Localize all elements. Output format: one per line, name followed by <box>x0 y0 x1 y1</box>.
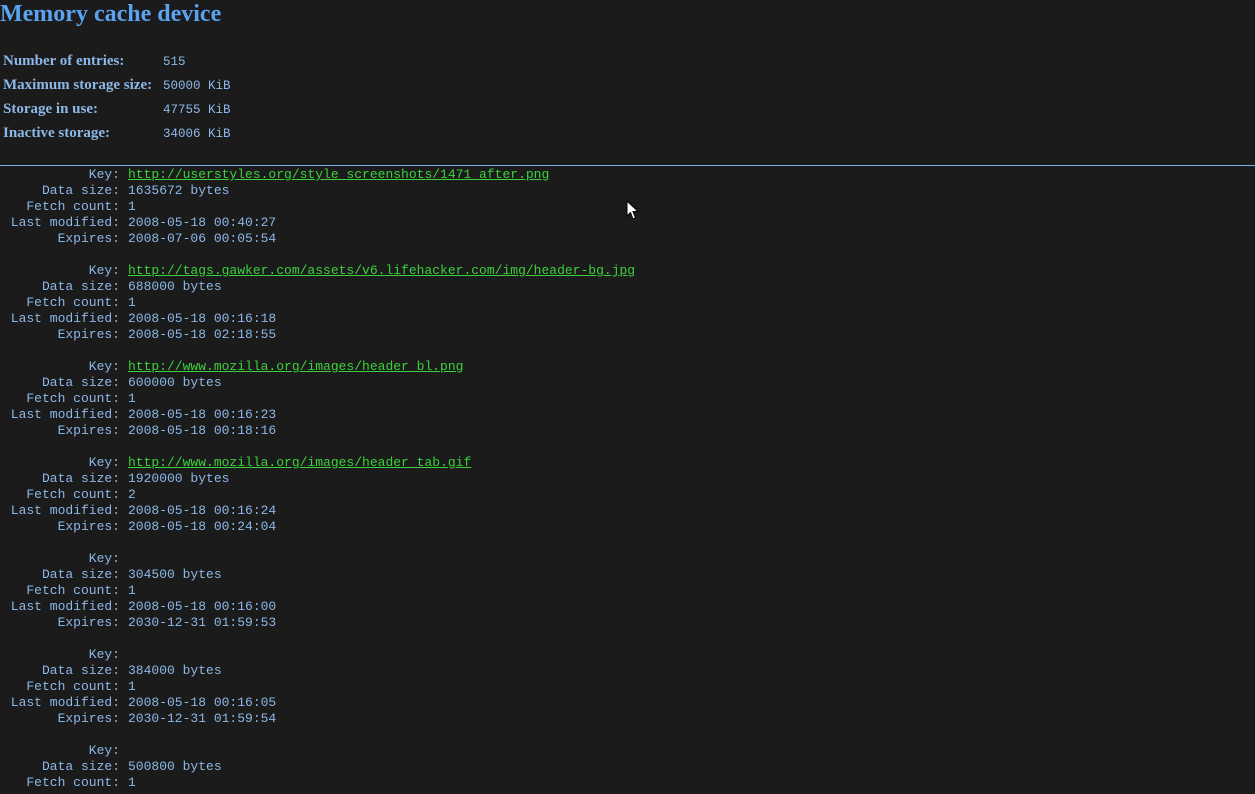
fetch-count-label: Fetch count: <box>26 679 120 694</box>
fetch-count-label: Fetch count: <box>26 295 120 310</box>
last-modified-label: Last modified: <box>10 407 120 422</box>
fetch-count-label: Fetch count: <box>26 583 120 598</box>
expires-label: Expires: <box>57 231 120 246</box>
last-modified-label: Last modified: <box>10 311 120 326</box>
last-modified-value: 2008-05-18 00:16:05 <box>128 695 277 710</box>
data-size-label: Data size: <box>41 279 120 294</box>
cache-entry: Key: Data size: 500800 bytes Fetch count:… <box>0 743 635 791</box>
cache-entry-key-link[interactable]: http://userstyles.org/style_screenshots/… <box>128 167 549 182</box>
cache-entry-key-link[interactable]: http://tags.gawker.com/assets/v6.lifehac… <box>128 263 635 278</box>
summary-label: Number of entries: <box>3 53 125 69</box>
summary-value: 50000 KiB <box>163 79 231 93</box>
last-modified-value: 2008-05-18 00:16:24 <box>128 503 277 518</box>
expires-label: Expires: <box>57 711 120 726</box>
cache-entry: Key: Data size: 384000 bytes Fetch count:… <box>0 647 635 727</box>
data-size-label: Data size: <box>41 567 120 582</box>
key-label: Key: <box>88 743 120 758</box>
data-size-value: 688000 bytes <box>128 279 222 294</box>
summary-label: Inactive storage: <box>3 125 111 141</box>
last-modified-label: Last modified: <box>10 503 120 518</box>
expires-value: 2030-12-31 01:59:54 <box>128 711 277 726</box>
expires-value: 2008-05-18 00:18:16 <box>128 423 277 438</box>
last-modified-value: 2008-05-18 00:40:27 <box>128 215 277 230</box>
cache-entry: Key: http://userstyles.org/style_screensh… <box>0 167 635 247</box>
divider <box>0 165 1255 166</box>
data-size-value: 384000 bytes <box>128 663 222 678</box>
mouse-pointer-icon <box>626 199 640 226</box>
last-modified-value: 2008-05-18 00:16:00 <box>128 599 277 614</box>
cache-summary: Number of entries: 515 Maximum storage si… <box>3 49 231 145</box>
fetch-count-value: 1 <box>128 199 136 214</box>
summary-value: 34006 KiB <box>163 127 231 141</box>
key-label: Key: <box>88 359 120 374</box>
key-label: Key: <box>88 455 120 470</box>
last-modified-label: Last modified: <box>10 215 120 230</box>
page-title: Memory cache device <box>0 1 222 27</box>
summary-row-max-storage: Maximum storage size: 50000 KiB <box>3 73 231 97</box>
last-modified-value: 2008-05-18 00:16:23 <box>128 407 277 422</box>
key-label: Key: <box>88 551 120 566</box>
fetch-count-value: 1 <box>128 583 136 598</box>
fetch-count-label: Fetch count: <box>26 487 120 502</box>
fetch-count-label: Fetch count: <box>26 199 120 214</box>
data-size-label: Data size: <box>41 183 120 198</box>
summary-row-inactive-storage: Inactive storage: 34006 KiB <box>3 121 231 145</box>
expires-value: 2030-12-31 01:59:53 <box>128 615 277 630</box>
last-modified-label: Last modified: <box>10 599 120 614</box>
cache-entry: Key: http://www.mozilla.org/images/header… <box>0 455 635 535</box>
fetch-count-value: 1 <box>128 775 136 790</box>
expires-label: Expires: <box>57 423 120 438</box>
data-size-label: Data size: <box>41 663 120 678</box>
cache-entry-key-link[interactable]: http://www.mozilla.org/images/header_bl.… <box>128 359 463 374</box>
cache-entry-key-link[interactable]: http://www.mozilla.org/images/header_tab… <box>128 455 471 470</box>
data-size-value: 1635672 bytes <box>128 183 230 198</box>
data-size-label: Data size: <box>41 471 120 486</box>
last-modified-label: Last modified: <box>10 695 120 710</box>
fetch-count-value: 2 <box>128 487 136 502</box>
fetch-count-value: 1 <box>128 391 136 406</box>
data-size-value: 1920000 bytes <box>128 471 230 486</box>
expires-label: Expires: <box>57 327 120 342</box>
cache-entry: Key: http://www.mozilla.org/images/header… <box>0 359 635 439</box>
expires-value: 2008-07-06 00:05:54 <box>128 231 277 246</box>
expires-label: Expires: <box>57 615 120 630</box>
fetch-count-value: 1 <box>128 679 136 694</box>
last-modified-value: 2008-05-18 00:16:18 <box>128 311 277 326</box>
data-size-value: 304500 bytes <box>128 567 222 582</box>
summary-value: 515 <box>163 55 186 69</box>
summary-label: Maximum storage size: <box>3 77 153 93</box>
cache-entry-list: Key: http://userstyles.org/style_screensh… <box>0 167 635 794</box>
key-label: Key: <box>88 263 120 278</box>
data-size-label: Data size: <box>41 759 120 774</box>
key-label: Key: <box>88 167 120 182</box>
expires-value: 2008-05-18 02:18:55 <box>128 327 277 342</box>
cache-entry: Key: Data size: 304500 bytes Fetch count:… <box>0 551 635 631</box>
data-size-value: 500800 bytes <box>128 759 222 774</box>
summary-row-storage-in-use: Storage in use: 47755 KiB <box>3 97 231 121</box>
fetch-count-label: Fetch count: <box>26 391 120 406</box>
key-label: Key: <box>88 647 120 662</box>
fetch-count-label: Fetch count: <box>26 775 120 790</box>
fetch-count-value: 1 <box>128 295 136 310</box>
data-size-value: 600000 bytes <box>128 375 222 390</box>
expires-value: 2008-05-18 00:24:04 <box>128 519 277 534</box>
expires-label: Expires: <box>57 519 120 534</box>
data-size-label: Data size: <box>41 375 120 390</box>
summary-value: 47755 KiB <box>163 103 231 117</box>
cache-entry: Key: http://tags.gawker.com/assets/v6.lif… <box>0 263 635 343</box>
summary-row-entries: Number of entries: 515 <box>3 49 231 73</box>
summary-label: Storage in use: <box>3 101 98 117</box>
